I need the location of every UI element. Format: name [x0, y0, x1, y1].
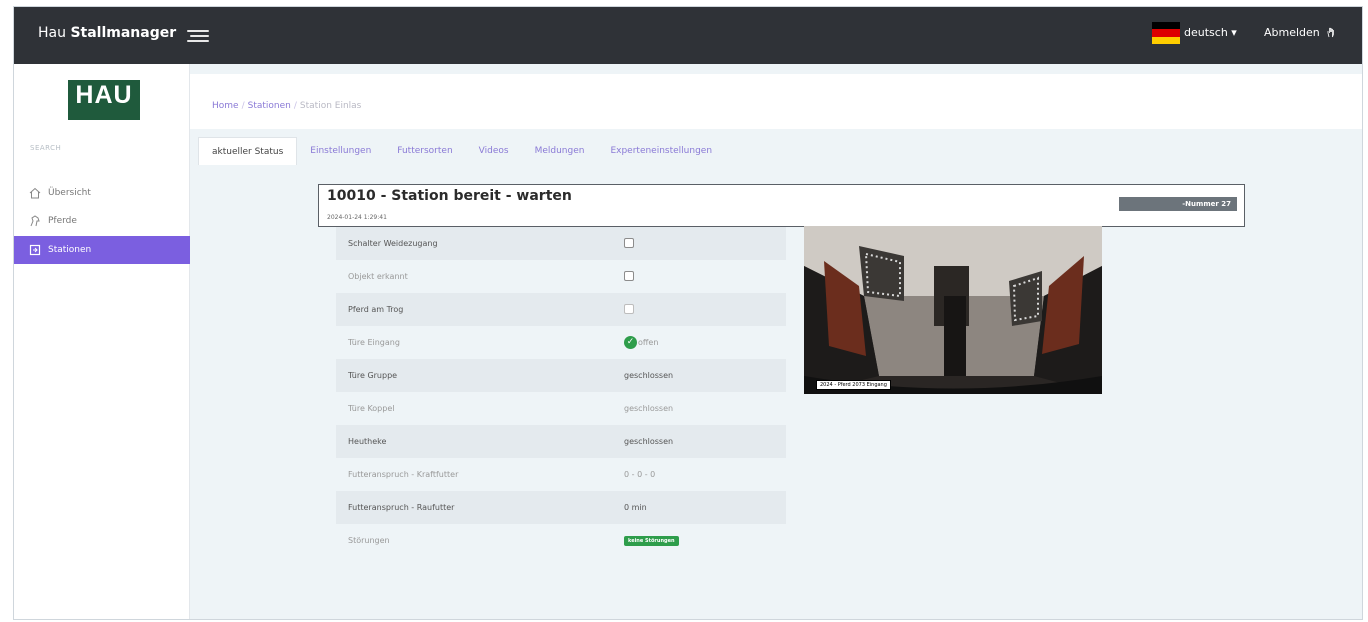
- sidebar-item-label: Stationen: [48, 245, 92, 255]
- menu-bar-middle: [190, 35, 209, 37]
- status-timestamp: 2024-01-24 1:29:41: [327, 214, 387, 221]
- tab-messages[interactable]: Meldungen: [522, 137, 598, 165]
- flag-stripe-black: [1152, 22, 1180, 30]
- station-icon: [28, 243, 42, 257]
- flag-stripe-gold: [1152, 36, 1180, 44]
- breadcrumb-current: Station Einlas: [299, 101, 362, 111]
- logo-tagline: [68, 110, 140, 116]
- app-window: Hau Stallmanager deutsch ▾ Abmelden HAU …: [13, 6, 1363, 620]
- tab-expert-settings[interactable]: Experteneinstellungen: [597, 137, 725, 165]
- door-entrance-value: offen: [638, 338, 659, 347]
- table-row: Pferd am Trog: [336, 293, 786, 326]
- row-label: Schalter Weidezugang: [348, 239, 438, 248]
- row-label: Störungen: [348, 536, 390, 545]
- tab-bar: aktueller Status Einstellungen Futtersor…: [198, 137, 725, 165]
- logout-link[interactable]: Abmelden: [1264, 26, 1336, 39]
- table-row: Türe Koppel geschlossen: [336, 392, 786, 425]
- sidebar-item-stations[interactable]: Stationen: [14, 236, 190, 264]
- home-icon: [28, 186, 42, 200]
- weidezugang-checkbox[interactable]: [624, 237, 634, 248]
- breadcrumb-bar: Home / Stationen / Station Einlas: [190, 74, 1362, 129]
- language-dropdown[interactable]: deutsch ▾: [1184, 26, 1237, 39]
- main-content: Home / Stationen / Station Einlas aktueller …: [190, 64, 1362, 619]
- camera-scene-graphic: [804, 226, 1102, 394]
- row-label: Futteranspruch - Raufutter: [348, 503, 455, 512]
- menu-toggle-icon[interactable]: [187, 27, 209, 43]
- row-value: 0 min: [624, 503, 647, 512]
- row-label: Heutheke: [348, 437, 387, 446]
- logout-label: Abmelden: [1264, 26, 1320, 39]
- hand-icon: [1327, 27, 1335, 38]
- row-label: Pferd am Trog: [348, 305, 404, 314]
- camera-feed-image[interactable]: 2024 - Pferd 2073 Eingang: [804, 226, 1102, 394]
- row-label: Türe Gruppe: [348, 371, 398, 380]
- row-value: [616, 237, 786, 250]
- tab-videos[interactable]: Videos: [466, 137, 522, 165]
- tab-settings[interactable]: Einstellungen: [297, 137, 384, 165]
- row-label: Türe Koppel: [348, 404, 395, 413]
- horse-at-trough-checkbox[interactable]: [624, 303, 634, 314]
- row-value: [616, 270, 786, 283]
- table-row: Störungen keine Störungen: [336, 524, 786, 557]
- table-row: Futteranspruch - Kraftfutter 0 - 0 - 0: [336, 458, 786, 491]
- object-detected-checkbox[interactable]: [624, 270, 634, 281]
- table-row: Heutheke geschlossen: [336, 425, 786, 458]
- menu-bar-bottom: [187, 40, 209, 42]
- row-value: 0 - 0 - 0: [624, 470, 656, 479]
- table-row: Schalter Weidezugang: [336, 227, 786, 260]
- tab-current-status[interactable]: aktueller Status: [198, 137, 298, 165]
- sidebar: HAU SEARCH Übersicht Pferde Stationen: [14, 64, 190, 619]
- top-navbar: Hau Stallmanager deutsch ▾ Abmelden: [14, 7, 1362, 64]
- row-label: Türe Eingang: [348, 338, 400, 347]
- row-label: Futteranspruch - Kraftfutter: [348, 470, 459, 479]
- breadcrumb: Home / Stationen / Station Einlas: [212, 101, 361, 111]
- status-number-badge: -Nummer 27: [1119, 197, 1237, 211]
- brand-bold-text: Stallmanager: [70, 25, 177, 41]
- no-faults-badge: keine Störungen: [624, 536, 679, 546]
- hau-logo[interactable]: HAU: [68, 80, 140, 120]
- breadcrumb-separator: /: [293, 101, 297, 111]
- breadcrumb-separator: /: [241, 101, 245, 111]
- app-brand[interactable]: Hau Stallmanager: [38, 25, 176, 41]
- row-value: geschlossen: [624, 404, 674, 413]
- breadcrumb-home[interactable]: Home: [212, 101, 239, 111]
- status-table: Schalter Weidezugang Objekt erkannt Pfer…: [336, 227, 786, 557]
- flag-stripe-red: [1152, 29, 1180, 37]
- row-label: Objekt erkannt: [348, 272, 408, 281]
- brand-light-text: Hau: [38, 25, 71, 41]
- table-row: Objekt erkannt: [336, 260, 786, 293]
- sidebar-item-label: Pferde: [48, 216, 77, 226]
- status-title: 10010 - Station bereit - warten: [327, 188, 572, 204]
- table-row: Futteranspruch - Raufutter 0 min: [336, 491, 786, 524]
- camera-overlay-label: 2024 - Pferd 2073 Eingang: [816, 380, 891, 390]
- sidebar-item-label: Übersicht: [48, 188, 91, 198]
- table-row: Türe Eingang ✓ offen: [336, 326, 786, 359]
- row-value: geschlossen: [624, 371, 674, 380]
- check-circle-icon: ✓: [624, 336, 637, 349]
- search-label: SEARCH: [30, 144, 62, 152]
- german-flag-icon[interactable]: [1152, 22, 1180, 44]
- horse-icon: [28, 214, 42, 228]
- row-value: keine Störungen: [616, 535, 786, 546]
- breadcrumb-stations[interactable]: Stationen: [248, 101, 291, 111]
- sidebar-item-horses[interactable]: Pferde: [14, 207, 190, 235]
- menu-bar-top: [187, 30, 209, 32]
- row-value: [616, 303, 786, 316]
- status-header: 10010 - Station bereit - warten 2024-01-…: [318, 184, 1245, 227]
- table-row: Türe Gruppe geschlossen: [336, 359, 786, 392]
- row-value: ✓ offen: [616, 336, 786, 349]
- logo-text: HAU: [75, 81, 133, 109]
- tab-feed-types[interactable]: Futtersorten: [384, 137, 465, 165]
- row-value: geschlossen: [624, 437, 674, 446]
- sidebar-item-overview[interactable]: Übersicht: [14, 179, 190, 207]
